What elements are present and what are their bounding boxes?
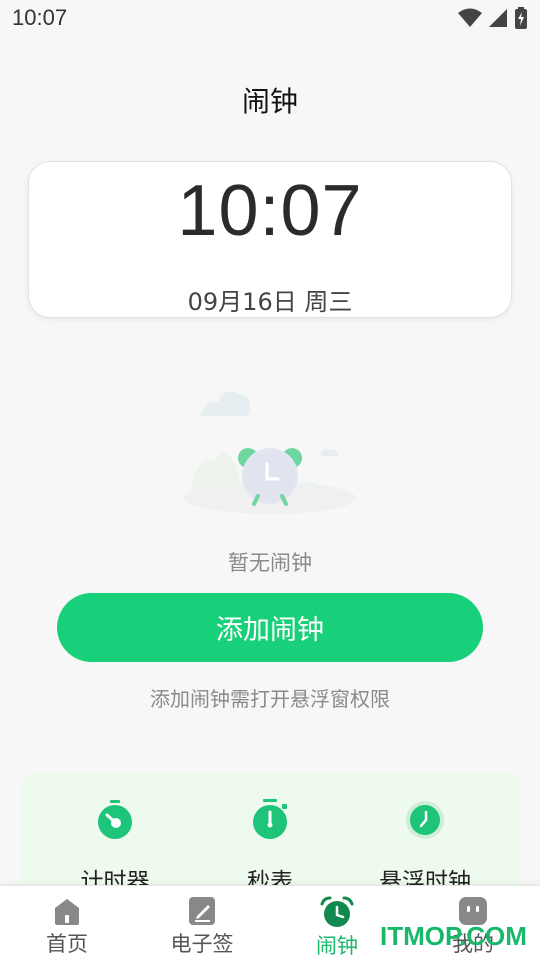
- alarm-icon: [320, 896, 354, 927]
- current-date: 09月16日 周三: [187, 288, 353, 316]
- sign-icon: [189, 897, 215, 925]
- add-alarm-button[interactable]: 添加闹钟: [57, 593, 483, 662]
- alarm-clock-illustration: [184, 391, 356, 514]
- page-title: 闹钟: [241, 85, 298, 118]
- nav-label-home: 首页: [46, 932, 88, 956]
- permission-hint: 添加闹钟需打开悬浮窗权限: [150, 687, 390, 711]
- watermark: ITMOP.COM: [380, 921, 527, 951]
- tool-floating-clock[interactable]: 悬浮时钟: [345, 798, 505, 896]
- wifi-icon: [458, 8, 482, 27]
- nav-label-alarm: 闹钟: [316, 934, 358, 958]
- empty-alarm-message: 暂无闹钟: [228, 551, 312, 575]
- tool-stopwatch[interactable]: 秒表: [190, 798, 350, 896]
- nav-label-sign: 电子签: [170, 932, 234, 956]
- status-bar: 10:07: [0, 0, 540, 36]
- nav-item-alarm[interactable]: 闹钟: [282, 896, 392, 960]
- current-time: 10:07: [177, 171, 363, 251]
- home-icon: [55, 899, 79, 925]
- floating-clock-icon: [406, 801, 444, 839]
- signal-icon: [489, 9, 507, 27]
- status-icons: [458, 7, 528, 29]
- stopwatch-icon: [253, 799, 287, 839]
- battery-charging-icon: [515, 7, 527, 29]
- tool-timer[interactable]: 计时器: [35, 798, 195, 896]
- timer-icon: [98, 800, 132, 839]
- nav-item-home[interactable]: 首页: [12, 896, 122, 958]
- nav-item-sign[interactable]: 电子签: [147, 896, 257, 958]
- status-time: 10:07: [12, 5, 68, 30]
